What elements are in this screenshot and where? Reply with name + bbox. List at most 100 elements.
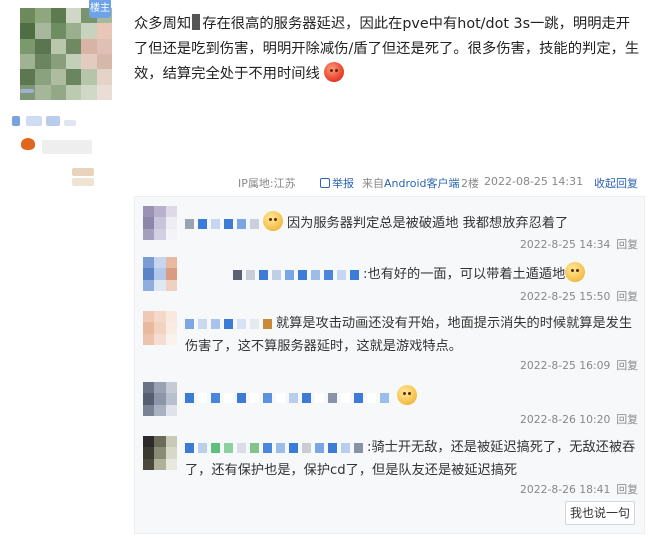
author-avatar[interactable] (20, 8, 112, 100)
nickname-mosaic-cell (289, 443, 298, 453)
reply-nickname-blur[interactable] (185, 315, 276, 336)
avatar-mosaic-cell (165, 217, 177, 229)
avatar-mosaic-cell (154, 404, 166, 416)
avatar-mosaic-cell (143, 447, 155, 459)
reply-body: :也有好的一面，可以带着土遁遁地 (233, 262, 660, 287)
avatar-mosaic-cell (154, 393, 166, 405)
avatar-mosaic-cell (154, 311, 166, 323)
nickname-mosaic-cell (272, 270, 281, 280)
reply-nickname-blur[interactable] (185, 439, 367, 460)
nickname-mosaic-cell (224, 319, 233, 329)
report-icon (320, 178, 330, 188)
post-text-a: 众多周知 (134, 16, 192, 32)
avatar-mosaic-cell (65, 23, 82, 39)
avatar-mosaic-cell (143, 228, 155, 240)
nickname-mosaic-cell (341, 393, 350, 403)
reply-meta: 2022-8-26 10:20 回复 (520, 411, 638, 427)
avatar-mosaic-cell (154, 382, 166, 394)
avatar-mosaic-cell (154, 228, 166, 240)
post-text-b: 存在很高的服务器延迟，因此在pve中有hot/dot 3s一跳，明明走开了但还是… (134, 16, 640, 82)
author-extra-blur-2 (72, 178, 94, 186)
reply-button[interactable]: 回复 (616, 290, 638, 303)
collapse-replies-link[interactable]: 收起回复 (594, 175, 638, 191)
reply-button[interactable]: 回复 (616, 413, 638, 426)
nickname-mosaic-cell (237, 393, 246, 403)
nickname-mosaic-cell (276, 443, 285, 453)
avatar-mosaic-cell (154, 436, 166, 448)
nickname-mosaic-cell (367, 393, 376, 403)
avatar-mosaic-cell (96, 23, 112, 39)
reply-nickname-blur[interactable] (185, 215, 263, 236)
nickname-mosaic-cell (211, 319, 220, 329)
floor-number: 2楼 (461, 177, 479, 190)
avatar-mosaic-cell (154, 279, 166, 291)
avatar-mosaic-cell (165, 447, 177, 459)
reply-avatar[interactable] (143, 206, 177, 240)
avatar-mosaic-cell (81, 38, 97, 54)
reply-body: 因为服务器判定总是被破遁地 我都想放弃忍着了 (185, 211, 637, 236)
reply-time: 2022-8-26 18:41 (519, 483, 611, 496)
nickname-mosaic-cell (198, 393, 207, 403)
avatar-mosaic-cell (50, 53, 66, 70)
nickname-mosaic-cell (185, 319, 194, 329)
reply-meta: 2022-8-26 18:41 回复 (520, 481, 638, 497)
avatar-mosaic-cell (20, 8, 36, 24)
avatar-mosaic-cell (50, 38, 66, 54)
reply-button[interactable]: 回复 (616, 483, 638, 496)
reply-button[interactable]: 回复 (616, 359, 638, 372)
reply-time: 2022-8-26 10:20 (519, 413, 611, 426)
avatar-mosaic-cell (154, 257, 166, 269)
author-name-blur[interactable] (20, 89, 34, 93)
nickname-mosaic-cell (250, 319, 259, 329)
nickname-mosaic-cell (185, 219, 194, 229)
avatar-mosaic-cell (165, 228, 177, 240)
avatar-mosaic-cell (154, 322, 166, 334)
reply-meta: 2022-8-25 16:09 回复 (520, 357, 638, 373)
reply-body: :骑士开无敌，还是被延迟搞死了，无敌还被吞了，还有保护也是，保护cd了，但是队友… (185, 437, 637, 481)
source-info: 来自Android客户端 (362, 175, 460, 191)
avatar-mosaic-cell (165, 322, 177, 334)
avatar-mosaic-cell (65, 53, 82, 70)
angry-face-icon (323, 62, 344, 82)
nickname-mosaic-cell (311, 270, 320, 280)
nickname-mosaic-cell (233, 270, 242, 280)
avatar-mosaic-cell (20, 38, 36, 54)
avatar-mosaic-cell (143, 333, 155, 345)
nickname-mosaic-cell (315, 393, 324, 403)
avatar-mosaic-cell (143, 217, 155, 229)
nickname-mosaic-cell (302, 443, 311, 453)
reply-button[interactable]: 回复 (616, 238, 638, 251)
avatar-mosaic-cell (143, 268, 155, 280)
reply-avatar[interactable] (143, 436, 177, 470)
avatar-mosaic-cell (50, 8, 66, 24)
avatar-mosaic-cell (96, 38, 112, 54)
smile-face-icon (565, 262, 586, 282)
reply-meta: 2022-8-25 15:50 回复 (520, 288, 638, 304)
avatar-mosaic-cell (65, 84, 82, 100)
report-link[interactable]: 举报 (320, 175, 354, 191)
avatar-mosaic-cell (165, 393, 177, 405)
add-reply-button[interactable]: 我也说一句 (565, 501, 635, 525)
avatar-mosaic-cell (20, 23, 36, 39)
reply-avatar[interactable] (143, 311, 177, 345)
reply-item: :骑士开无敌，还是被延迟搞死了，无敌还被吞了，还有保护也是，保护cd了，但是队友… (143, 436, 638, 498)
post-inline-blur (192, 14, 201, 30)
reply-item: 2022-8-26 10:20 回复 (143, 382, 638, 430)
avatar-mosaic-cell (143, 436, 155, 448)
nickname-mosaic-cell (237, 219, 246, 229)
avatar-mosaic-cell (143, 206, 155, 218)
report-label: 举报 (332, 177, 354, 190)
avatar-mosaic-cell (165, 382, 177, 394)
source-link[interactable]: Android客户端 (384, 177, 460, 190)
reply-avatar[interactable] (143, 257, 177, 291)
reply-avatar[interactable] (143, 382, 177, 416)
nickname-mosaic-cell (263, 393, 272, 403)
nickname-mosaic-cell (185, 393, 194, 403)
nickname-mosaic-cell (211, 219, 220, 229)
avatar-mosaic-cell (65, 8, 82, 24)
avatar-mosaic-cell (165, 311, 177, 323)
avatar-mosaic-cell (154, 333, 166, 345)
reply-nickname-blur[interactable] (233, 266, 363, 287)
reply-nickname-blur[interactable] (185, 389, 393, 410)
reply-text: 因为服务器判定总是被破遁地 我都想放弃忍着了 (287, 216, 569, 231)
